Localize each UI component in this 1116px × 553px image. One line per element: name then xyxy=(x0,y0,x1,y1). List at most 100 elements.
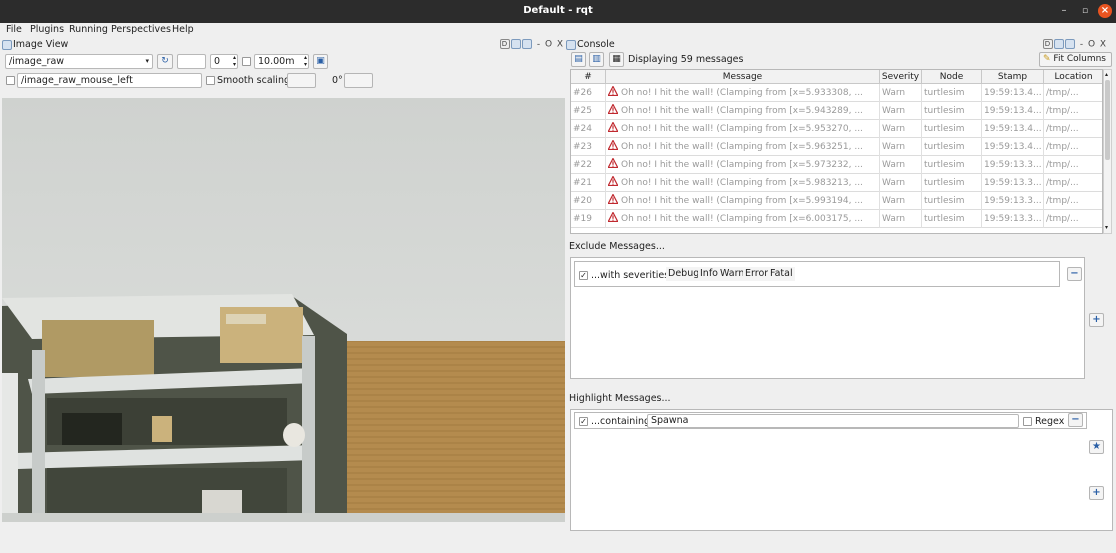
highlight-row-checkbox[interactable]: ✓ xyxy=(579,417,588,426)
table-row[interactable]: #24 Oh no! I hit the wall! (Clamping from… xyxy=(571,120,1102,138)
table-scrollbar[interactable]: ▴ ▾ xyxy=(1103,69,1112,234)
pause-button[interactable]: ▤ xyxy=(571,52,586,67)
help-icon[interactable] xyxy=(522,39,532,49)
spin-value-field[interactable]: 0 ▴ ▾ xyxy=(210,54,238,69)
cell-loc-text: /tmp/... xyxy=(1046,106,1079,116)
cell-sev: Warn xyxy=(880,138,922,156)
col-location[interactable]: Location xyxy=(1044,70,1102,84)
debug-icon[interactable]: D xyxy=(500,39,510,49)
window-titlebar: Default - rqt – ▫ × xyxy=(0,0,1116,23)
cell-stamp: 19:59:13.4... xyxy=(982,120,1044,138)
close-icon[interactable]: × xyxy=(1098,4,1112,18)
cell-node-text: turtlesim xyxy=(924,196,965,206)
cell-node-text: turtlesim xyxy=(924,106,965,116)
smooth-scaling-checkbox[interactable] xyxy=(206,76,215,85)
table-row[interactable]: #22 Oh no! I hit the wall! (Clamping from… xyxy=(571,156,1102,174)
console-window-controls[interactable]: - O X xyxy=(1080,40,1107,50)
cell-loc: /tmp/... xyxy=(1044,138,1102,156)
image-view-dock-controls[interactable]: D - O X xyxy=(500,39,564,51)
regex-checkbox[interactable] xyxy=(1023,417,1032,426)
col-message[interactable]: Message xyxy=(606,70,880,84)
cell-node-text: turtlesim xyxy=(924,214,965,224)
maximize-icon[interactable]: ▫ xyxy=(1078,4,1092,18)
max-range-value: 10.00m xyxy=(258,56,295,67)
menu-file[interactable]: File xyxy=(6,23,22,37)
mouse-topic-field[interactable]: /image_raw_mouse_left xyxy=(17,73,202,88)
scroll-down-icon[interactable]: ▾ xyxy=(1105,225,1110,231)
table-row[interactable]: #25 Oh no! I hit the wall! (Clamping from… xyxy=(571,102,1102,120)
exclude-row-checkbox[interactable]: ✓ xyxy=(579,271,588,280)
cell-num: #22 xyxy=(571,156,606,174)
cell-stamp: 19:59:13.3... xyxy=(982,156,1044,174)
max-range-field[interactable]: 10.00m ▴ ▾ xyxy=(254,54,309,69)
image-view-dock-title[interactable]: Image View xyxy=(2,38,68,52)
table-row[interactable]: #23 Oh no! I hit the wall! (Clamping from… xyxy=(571,138,1102,156)
highlight-text-value: Spawna xyxy=(651,415,689,426)
scroll-up-icon[interactable]: ▴ xyxy=(1105,72,1110,78)
highlight-color-button[interactable]: ★ xyxy=(1089,440,1104,454)
reload-icon[interactable] xyxy=(511,39,521,49)
refresh-topics-button[interactable]: ↻ xyxy=(157,54,173,69)
severity-info[interactable]: Info xyxy=(698,267,720,281)
menu-perspectives[interactable]: Perspectives xyxy=(111,23,171,37)
menu-running[interactable]: Running xyxy=(69,23,108,37)
console-dock-title[interactable]: Console xyxy=(566,38,615,52)
max-range-arrows-icon[interactable]: ▴ ▾ xyxy=(304,54,307,68)
cell-sev: Warn xyxy=(880,84,922,102)
warning-icon xyxy=(608,140,618,150)
fit-columns-button[interactable]: ✎ Fit Columns xyxy=(1039,52,1112,67)
console-debug-icon[interactable]: D xyxy=(1043,39,1053,49)
cell-num: #21 xyxy=(571,174,606,192)
rotate-right-button[interactable] xyxy=(344,73,373,88)
severity-error[interactable]: Error xyxy=(743,267,771,281)
cell-loc: /tmp/... xyxy=(1044,120,1102,138)
highlight-text-field[interactable]: Spawna xyxy=(647,414,1019,428)
col-node[interactable]: Node xyxy=(922,70,982,84)
cell-msg: Oh no! I hit the wall! (Clamping from [x… xyxy=(606,156,880,174)
cell-stamp: 19:59:13.4... xyxy=(982,102,1044,120)
console-help-icon[interactable] xyxy=(1065,39,1075,49)
cell-msg: Oh no! I hit the wall! (Clamping from [x… xyxy=(606,174,880,192)
col-severity[interactable]: Severity xyxy=(880,70,922,84)
topic-select[interactable]: /image_raw ▾ xyxy=(5,54,153,69)
exclude-panel: ✓ ...with severities: Debug Info Warn Er… xyxy=(570,257,1085,379)
minimize-icon[interactable]: – xyxy=(1057,4,1071,18)
spin-arrows-icon[interactable]: ▴ ▾ xyxy=(233,54,236,68)
scroll-thumb[interactable] xyxy=(1105,80,1110,160)
messages-table[interactable]: # Message Severity Node Stamp Location #… xyxy=(570,69,1103,234)
max-range-checkbox[interactable] xyxy=(242,57,251,66)
col-stamp[interactable]: Stamp xyxy=(982,70,1044,84)
minus-icon: − xyxy=(1070,268,1079,279)
severity-fatal[interactable]: Fatal xyxy=(768,267,795,281)
cell-sev-text: Warn xyxy=(882,160,906,170)
table-row[interactable]: #20 Oh no! I hit the wall! (Clamping from… xyxy=(571,192,1102,210)
table-row[interactable]: #21 Oh no! I hit the wall! (Clamping from… xyxy=(571,174,1102,192)
severity-debug[interactable]: Debug xyxy=(666,267,702,281)
cell-sev: Warn xyxy=(880,210,922,228)
menu-plugins[interactable]: Plugins xyxy=(30,23,64,37)
save-image-button[interactable]: ▣ xyxy=(313,54,328,69)
table-row[interactable]: #19 Oh no! I hit the wall! (Clamping from… xyxy=(571,210,1102,228)
cell-msg: Oh no! I hit the wall! (Clamping from [x… xyxy=(606,138,880,156)
topic-extra-field[interactable] xyxy=(177,54,206,69)
table-row[interactable]: #26 Oh no! I hit the wall! (Clamping from… xyxy=(571,84,1102,102)
load-button[interactable]: ▥ xyxy=(589,52,604,67)
add-exclude-button[interactable]: + xyxy=(1089,313,1104,327)
console-dock-controls[interactable]: D - O X xyxy=(1043,39,1107,51)
cell-num-text: #24 xyxy=(573,124,592,134)
warning-icon xyxy=(608,194,618,204)
rotate-left-button[interactable] xyxy=(287,73,316,88)
clear-button[interactable]: ▦ xyxy=(609,52,624,67)
cell-loc-text: /tmp/... xyxy=(1046,88,1079,98)
camera-image[interactable] xyxy=(2,98,565,522)
mouse-publish-checkbox[interactable] xyxy=(6,76,15,85)
add-highlight-button[interactable]: + xyxy=(1089,486,1104,500)
cell-num-text: #21 xyxy=(573,178,592,188)
remove-exclude-button[interactable]: − xyxy=(1067,267,1082,281)
console-reload-icon[interactable] xyxy=(1054,39,1064,49)
col-num[interactable]: # xyxy=(571,70,606,84)
cell-msg-text: Oh no! I hit the wall! (Clamping from [x… xyxy=(621,88,863,98)
menu-help[interactable]: Help xyxy=(172,23,194,37)
remove-highlight-button[interactable]: − xyxy=(1068,413,1083,427)
image-view-window-controls[interactable]: - O X xyxy=(537,40,564,50)
